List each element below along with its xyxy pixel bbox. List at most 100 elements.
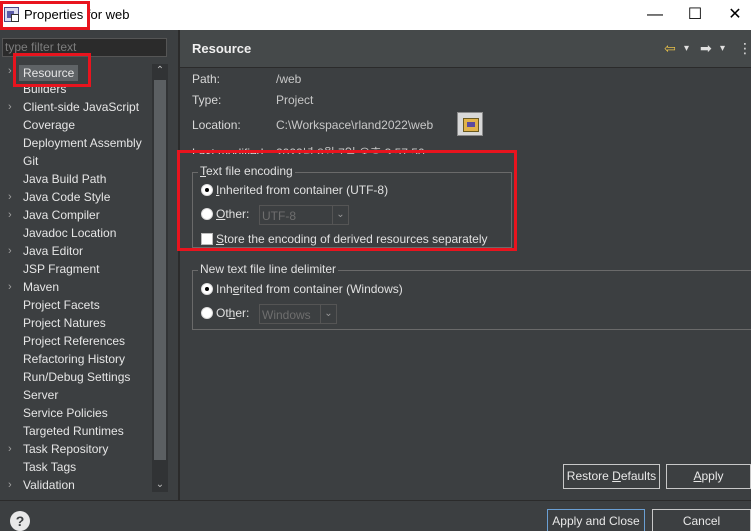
delimiter-other-value: Windows <box>262 308 311 322</box>
tree-item-label: Builders <box>23 82 67 96</box>
path-label: Path: <box>192 72 221 86</box>
filter-input[interactable]: type filter text <box>2 38 167 57</box>
delimiter-other-label[interactable]: Other: <box>216 306 249 320</box>
path-value: /web <box>276 72 302 86</box>
restore-defaults-button[interactable]: Restore Defaults <box>563 464 660 489</box>
text-file-encoding-title: Text file encoding <box>198 164 295 178</box>
encoding-other-value: UTF-8 <box>262 209 296 223</box>
tree-item[interactable]: Project References <box>0 332 152 350</box>
scroll-down-icon[interactable]: ⌄ <box>152 478 168 492</box>
last-modified-label: Last modified: <box>192 146 267 154</box>
tree-item[interactable]: › Maven <box>0 278 152 296</box>
scroll-thumb[interactable] <box>154 80 166 460</box>
back-arrow-icon[interactable]: ⇦ <box>664 40 676 57</box>
delimiter-inherited-radio[interactable] <box>201 283 213 295</box>
tree-item[interactable]: › Java Compiler <box>0 206 152 224</box>
tree-item[interactable]: Project Facets <box>0 296 152 314</box>
tree-item-label: JSP Fragment <box>23 262 100 276</box>
forward-arrow-icon[interactable]: ➡ <box>700 40 712 57</box>
tree-item-label: Java Code Style <box>23 190 111 204</box>
tree-item[interactable]: Deployment Assembly <box>0 134 152 152</box>
tree-item-label: Deployment Assembly <box>23 136 142 150</box>
chevron-right-icon[interactable]: › <box>8 278 18 296</box>
tree-item[interactable]: Project Natures <box>0 314 152 332</box>
apply-and-close-button[interactable]: Apply and Close <box>547 509 645 531</box>
type-value: Project <box>276 93 314 107</box>
tree-item-label: Maven <box>23 280 60 294</box>
tree-item-label: Project Natures <box>23 316 106 330</box>
encoding-other-label[interactable]: Other: <box>216 207 249 221</box>
last-modified-value: 2022년 8월 7일 오후 3:57:50 <box>276 146 425 154</box>
tree-item[interactable]: Server <box>0 386 152 404</box>
tree-item[interactable]: Java Build Path <box>0 170 152 188</box>
tree-item-label: Server <box>23 388 59 402</box>
chevron-right-icon[interactable]: › <box>8 98 18 116</box>
delimiter-other-select[interactable]: Windows ⌄ <box>259 304 337 324</box>
tree-item[interactable]: Service Policies <box>0 404 152 422</box>
derived-resources-checkbox[interactable] <box>201 233 213 245</box>
tree-item-label: Javadoc Location <box>23 226 117 240</box>
tree-item-label: Coverage <box>23 118 76 132</box>
location-label: Location: <box>192 118 241 132</box>
page-header: Resource ⇦ ▾ ➡ ▾ ⋮ <box>180 30 751 68</box>
show-in-explorer-icon[interactable] <box>457 112 483 136</box>
tree-item-label: Service Policies <box>23 406 108 420</box>
delimiter-other-radio[interactable] <box>201 307 213 319</box>
back-menu-icon[interactable]: ▾ <box>684 43 689 54</box>
minimize-button[interactable]: — <box>640 4 670 26</box>
chevron-right-icon[interactable]: › <box>8 188 18 206</box>
tree-item[interactable]: Builders <box>0 80 152 98</box>
chevron-right-icon[interactable]: › <box>8 440 18 458</box>
forward-menu-icon[interactable]: ▾ <box>720 43 725 54</box>
chevron-right-icon[interactable]: › <box>8 62 18 80</box>
tree-item[interactable]: › Java Code Style <box>0 188 152 206</box>
property-page-tree: › Resource Builders › Client-side JavaScript… <box>0 60 152 496</box>
line-delimiter-title: New text file line delimiter <box>198 262 339 276</box>
encoding-other-radio[interactable] <box>201 208 213 220</box>
tree-item-label: Run/Debug Settings <box>23 370 131 384</box>
tree-item-label: Resource <box>19 65 79 81</box>
tree-item-label: Task Tags <box>23 460 77 474</box>
tree-scrollbar[interactable]: ⌃ ⌄ <box>152 64 168 492</box>
tree-item[interactable]: Targeted Runtimes <box>0 422 152 440</box>
tree-item[interactable]: › Task Repository <box>0 440 152 458</box>
chevron-right-icon[interactable]: › <box>8 476 18 494</box>
scroll-up-icon[interactable]: ⌃ <box>152 64 168 78</box>
tree-item-label: Git <box>23 154 39 168</box>
tree-item[interactable]: Coverage <box>0 116 152 134</box>
close-button[interactable]: ✕ <box>720 4 750 26</box>
page-title: Resource <box>192 41 252 56</box>
chevron-right-icon[interactable]: › <box>8 206 18 224</box>
tree-item[interactable]: Task Tags <box>0 458 152 476</box>
encoding-inherited-radio[interactable] <box>201 184 213 196</box>
help-icon[interactable]: ? <box>10 511 30 531</box>
tree-item-label: Task Repository <box>23 442 109 456</box>
tree-item[interactable]: › Resource <box>0 62 152 81</box>
chevron-down-icon[interactable]: ⌄ <box>320 305 336 323</box>
tree-item[interactable]: Git <box>0 152 152 170</box>
tree-item[interactable]: › Validation <box>0 476 152 494</box>
apply-button[interactable]: Apply <box>666 464 751 489</box>
tree-item[interactable]: › Java Editor <box>0 242 152 260</box>
tree-item[interactable]: Javadoc Location <box>0 224 152 242</box>
tree-item-label: Project References <box>23 334 126 348</box>
derived-resources-label[interactable]: Store the encoding of derived resources … <box>216 232 488 246</box>
tree-item-label: Java Compiler <box>23 208 100 222</box>
delimiter-inherited-label[interactable]: Inherited from container (Windows) <box>216 282 403 296</box>
tree-item-label: Validation <box>23 478 75 492</box>
chevron-down-icon[interactable]: ⌄ <box>332 206 348 224</box>
encoding-other-select[interactable]: UTF-8 ⌄ <box>259 205 349 225</box>
tree-item[interactable]: Run/Debug Settings <box>0 368 152 386</box>
tree-item[interactable]: JSP Fragment <box>0 260 152 278</box>
cancel-button[interactable]: Cancel <box>652 509 751 531</box>
tree-item-label: Java Build Path <box>23 172 107 186</box>
encoding-inherited-label[interactable]: Inherited from container (UTF-8) <box>216 183 388 197</box>
tree-item-label: Targeted Runtimes <box>23 424 124 438</box>
tree-item-label: Client-side JavaScript <box>23 100 140 114</box>
chevron-right-icon[interactable]: › <box>8 242 18 260</box>
tree-item[interactable]: › Client-side JavaScript <box>0 98 152 116</box>
location-value: C:\Workspace\rland2022\web <box>276 118 434 132</box>
maximize-button[interactable]: ☐ <box>680 4 710 26</box>
view-menu-icon[interactable]: ⋮ <box>738 40 751 57</box>
tree-item[interactable]: Refactoring History <box>0 350 152 368</box>
